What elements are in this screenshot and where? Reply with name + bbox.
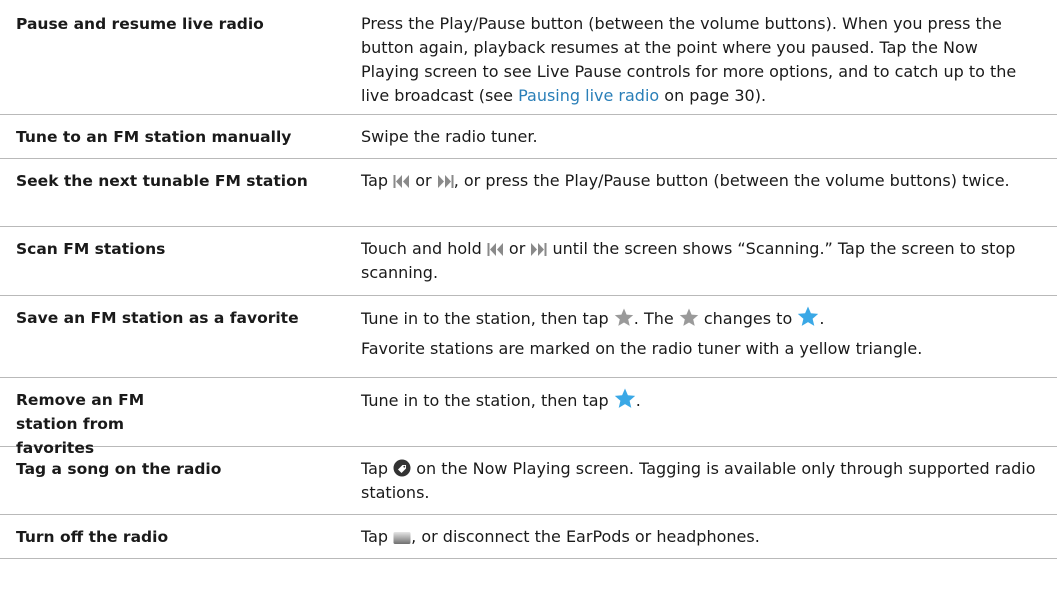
next-track-icon — [437, 174, 454, 189]
next-track-icon — [530, 242, 547, 257]
description-text: Touch and hold — [361, 239, 487, 258]
description-text: . The — [633, 309, 679, 328]
description-text: or — [410, 171, 437, 190]
description-text: Swipe the radio tuner. — [361, 127, 538, 146]
radio-controls-table: Pause and resume live radio Press the Pl… — [0, 2, 1057, 559]
description-text: . — [819, 309, 825, 328]
favorite-star-filled-icon — [797, 306, 819, 327]
task-label: Scan FM stations — [16, 240, 166, 258]
task-label: Tag a song on the radio — [16, 460, 222, 478]
table-row: Turn off the radio Tap , or disconnect t… — [0, 515, 1057, 559]
task-description: Press the Play/Pause button (between the… — [345, 2, 1057, 114]
radio-off-icon — [393, 529, 411, 545]
previous-track-icon — [393, 174, 410, 189]
description-paragraph: Touch and hold or until the screen shows… — [361, 237, 1041, 285]
table-row: Save an FM station as a favorite Tune in… — [0, 296, 1057, 378]
description-text: Tune in to the station, then tap — [361, 309, 614, 328]
pausing-live-radio-link[interactable]: Pausing live radio — [518, 86, 659, 105]
description-text: Tune in to the station, then tap — [361, 391, 614, 410]
task-label: Turn off the radio — [16, 528, 169, 546]
task-description: Touch and hold or until the screen shows… — [345, 227, 1057, 295]
description-text: Tap — [361, 527, 394, 546]
task-description: Tap , or disconnect the EarPods or headp… — [345, 515, 1057, 558]
table-row: Tune to an FM station manually Swipe the… — [0, 115, 1057, 159]
description-text: changes to — [698, 309, 798, 328]
description-paragraph: Tap , or disconnect the EarPods or headp… — [361, 525, 1041, 549]
description-text: Tap — [361, 459, 394, 478]
task-description: Tune in to the station, then tap . The c… — [345, 296, 1057, 377]
description-text: on the Now Playing screen. Tagging is av… — [361, 459, 1036, 502]
favorite-star-outline-icon — [614, 308, 634, 327]
task-description: Swipe the radio tuner. — [345, 115, 1057, 158]
table-row: Remove an FM station from favorites Tune… — [0, 378, 1057, 457]
task-label: Remove an FM station from favorites — [16, 391, 145, 457]
description-paragraph: Tap or , or press the Play/Pause button … — [361, 169, 1041, 193]
description-paragraph: Tune in to the station, then tap . The c… — [361, 306, 1041, 331]
task-label: Tune to an FM station manually — [16, 128, 292, 146]
task-description: Tap on the Now Playing screen. Tagging i… — [345, 447, 1057, 514]
tag-icon — [393, 459, 411, 477]
description-paragraph: Favorite stations are marked on the radi… — [361, 339, 923, 358]
table-row: Scan FM stations Touch and hold or until… — [0, 227, 1057, 296]
task-label: Pause and resume live radio — [16, 15, 264, 33]
table-row: Pause and resume live radio Press the Pl… — [0, 2, 1057, 115]
description-text: or — [503, 239, 531, 258]
table-row: Tag a song on the radio Tap on the Now P… — [0, 447, 1057, 515]
description-paragraph: Tune in to the station, then tap . — [361, 388, 1041, 413]
description-paragraph: Press the Play/Pause button (between the… — [361, 12, 1041, 108]
description-text: on page 30). — [659, 86, 767, 105]
task-label: Seek the next tunable FM station — [16, 172, 308, 190]
favorite-star-filled-icon — [614, 388, 636, 409]
description-text: Tap — [361, 171, 394, 190]
table-row: Seek the next tunable FM station Tap or … — [0, 159, 1057, 227]
task-description: Tune in to the station, then tap . — [345, 378, 1057, 446]
description-text: . — [635, 391, 641, 410]
task-label: Save an FM station as a favorite — [16, 309, 299, 327]
previous-track-icon — [487, 242, 504, 257]
task-description: Tap or , or press the Play/Pause button … — [345, 159, 1057, 226]
description-paragraph: Swipe the radio tuner. — [361, 125, 1041, 149]
description-paragraph: Tap on the Now Playing screen. Tagging i… — [361, 457, 1041, 505]
favorite-star-outline-icon — [679, 308, 699, 327]
description-text: , or press the Play/Pause button (betwee… — [453, 171, 1010, 190]
description-text: , or disconnect the EarPods or headphone… — [411, 527, 760, 546]
